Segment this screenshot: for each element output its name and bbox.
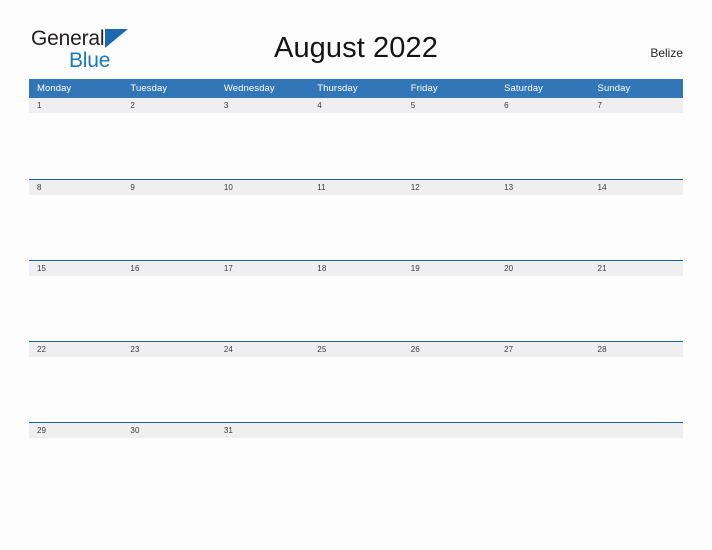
calendar-day-cell[interactable]: 20: [496, 259, 590, 341]
weekday-header-wednesday: Wednesday: [215, 79, 310, 98]
weekday-header-saturday: Saturday: [496, 79, 590, 98]
day-number: 11: [309, 179, 403, 195]
calendar-week-row: 29 30 31: [29, 421, 683, 503]
day-number: 7: [589, 98, 683, 113]
calendar-header-row: Monday Tuesday Wednesday Thursday Friday…: [29, 79, 683, 98]
weekday-header-monday: Monday: [29, 79, 123, 98]
calendar-day-cell[interactable]: 31: [215, 421, 310, 503]
calendar-day-cell[interactable]: 13: [496, 178, 590, 260]
calendar-day-cell[interactable]: 15: [29, 259, 123, 341]
calendar-day-cell[interactable]: 24: [215, 340, 310, 422]
weekday-header-friday: Friday: [402, 79, 497, 98]
day-number: 14: [589, 179, 683, 195]
calendar-week-row: 15 16 17 18 19 20 21: [29, 259, 683, 341]
day-number: 23: [122, 341, 216, 357]
day-number: 25: [309, 341, 403, 357]
calendar-week-row: 8 9 10 11 12 13 14: [29, 178, 683, 260]
country-label: Belize: [650, 46, 683, 60]
calendar-day-cell[interactable]: 30: [122, 421, 216, 503]
day-number: 28: [589, 341, 683, 357]
day-number: 8: [29, 179, 123, 195]
calendar-day-cell[interactable]: 29: [29, 421, 123, 503]
calendar-table: Monday Tuesday Wednesday Thursday Friday…: [29, 79, 683, 503]
weekday-header-thursday: Thursday: [309, 79, 403, 98]
calendar-day-cell[interactable]: 22: [29, 340, 123, 422]
day-number: 21: [589, 260, 683, 276]
page-header: General Blue August 2022 Belize: [0, 0, 712, 79]
calendar-day-cell: [496, 421, 590, 503]
calendar-day-cell[interactable]: 7: [589, 98, 683, 179]
calendar-body: 1 2 3 4 5 6 7 8 9 10 11 12 13 14 15 16 1…: [29, 98, 683, 503]
day-number: 27: [496, 341, 590, 357]
calendar-day-cell[interactable]: 2: [122, 98, 216, 179]
calendar-day-cell[interactable]: 12: [402, 178, 497, 260]
day-number: 2: [122, 98, 216, 113]
day-number: 6: [496, 98, 590, 113]
calendar-week-row: 1 2 3 4 5 6 7: [29, 98, 683, 179]
day-number: 13: [496, 179, 590, 195]
day-number: 29: [29, 422, 123, 438]
day-number: 26: [402, 341, 497, 357]
calendar-day-cell[interactable]: 16: [122, 259, 216, 341]
calendar-page: General Blue August 2022 Belize Monday T…: [0, 0, 712, 550]
day-number: 5: [402, 98, 497, 113]
calendar-day-cell[interactable]: 5: [402, 98, 497, 179]
calendar-day-cell[interactable]: 8: [29, 178, 123, 260]
day-number: 9: [122, 179, 216, 195]
calendar-day-cell[interactable]: 19: [402, 259, 497, 341]
day-number: 3: [215, 98, 310, 113]
calendar-day-cell: [402, 421, 497, 503]
weekday-header-tuesday: Tuesday: [122, 79, 216, 98]
calendar-day-cell[interactable]: 10: [215, 178, 310, 260]
weekday-header-sunday: Sunday: [589, 79, 683, 98]
day-number: 18: [309, 260, 403, 276]
day-number: 4: [309, 98, 403, 113]
page-title: August 2022: [274, 32, 438, 64]
day-number-empty: [496, 422, 590, 438]
day-number-empty: [309, 422, 403, 438]
day-number: 12: [402, 179, 497, 195]
calendar-day-cell[interactable]: 9: [122, 178, 216, 260]
calendar-day-cell: [309, 421, 403, 503]
calendar-day-cell[interactable]: 14: [589, 178, 683, 260]
calendar-day-cell: [589, 421, 683, 503]
calendar-day-cell[interactable]: 23: [122, 340, 216, 422]
day-number: 19: [402, 260, 497, 276]
day-number: 20: [496, 260, 590, 276]
day-number: 17: [215, 260, 310, 276]
day-number: 30: [122, 422, 216, 438]
calendar-week-row: 22 23 24 25 26 27 28: [29, 340, 683, 422]
calendar-day-cell[interactable]: 26: [402, 340, 497, 422]
calendar-day-cell[interactable]: 27: [496, 340, 590, 422]
calendar-day-cell[interactable]: 6: [496, 98, 590, 179]
day-number: 24: [215, 341, 310, 357]
calendar-day-cell[interactable]: 28: [589, 340, 683, 422]
calendar-day-cell[interactable]: 1: [29, 98, 123, 179]
day-number: 16: [122, 260, 216, 276]
day-number: 15: [29, 260, 123, 276]
day-number: 10: [215, 179, 310, 195]
day-number: 31: [215, 422, 310, 438]
calendar-day-cell[interactable]: 11: [309, 178, 403, 260]
day-number: 1: [29, 98, 123, 113]
day-number: 22: [29, 341, 123, 357]
day-number-empty: [589, 422, 683, 438]
calendar-day-cell[interactable]: 4: [309, 98, 403, 179]
calendar-day-cell[interactable]: 21: [589, 259, 683, 341]
calendar-day-cell[interactable]: 25: [309, 340, 403, 422]
calendar-day-cell[interactable]: 17: [215, 259, 310, 341]
calendar-day-cell[interactable]: 18: [309, 259, 403, 341]
calendar-day-cell[interactable]: 3: [215, 98, 310, 179]
day-number-empty: [402, 422, 497, 438]
